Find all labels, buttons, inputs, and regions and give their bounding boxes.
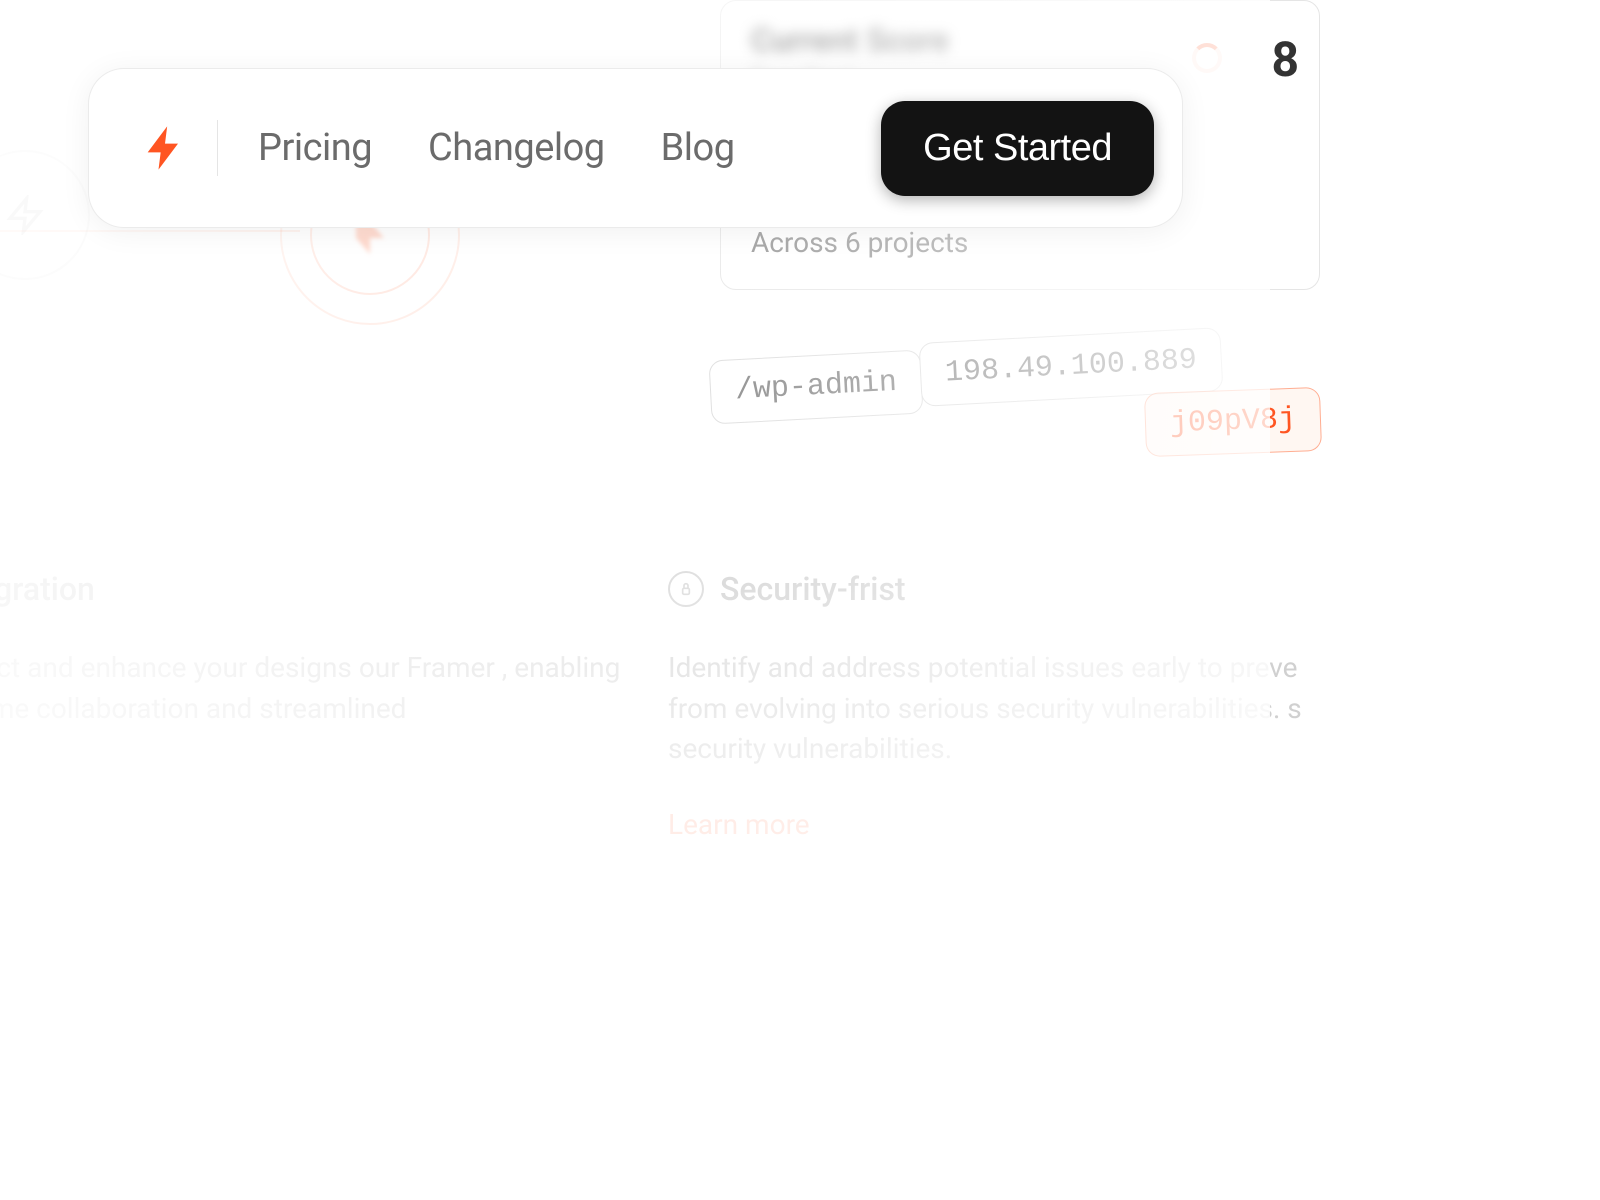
logo-bolt-icon[interactable] — [137, 120, 193, 176]
navbar-links: Pricing Changelog Blog — [258, 126, 881, 170]
navbar-divider — [217, 120, 218, 176]
feature-framer-title: r Integration — [0, 570, 95, 608]
feature-framer: r Integration connect and enhance your d… — [0, 570, 640, 800]
lock-icon — [668, 571, 704, 607]
feature-security-description: Identify and address potential issues ea… — [668, 648, 1308, 770]
nav-link-blog[interactable]: Blog — [661, 126, 735, 170]
feature-security-link[interactable]: Learn more — [668, 808, 810, 841]
score-value: 8 — [1271, 31, 1299, 88]
feature-security-title: Security-frist — [720, 570, 906, 608]
nav-link-pricing[interactable]: Pricing — [258, 126, 372, 170]
feature-framer-description: connect and enhance your designs our Fra… — [0, 648, 640, 729]
nav-link-changelog[interactable]: Changelog — [428, 126, 605, 170]
feature-security: Security-frist Identify and address pote… — [668, 570, 1308, 841]
main-navbar: Pricing Changelog Blog Get Started — [88, 68, 1183, 228]
spinner-icon — [1192, 43, 1222, 73]
get-started-button[interactable]: Get Started — [881, 101, 1154, 196]
